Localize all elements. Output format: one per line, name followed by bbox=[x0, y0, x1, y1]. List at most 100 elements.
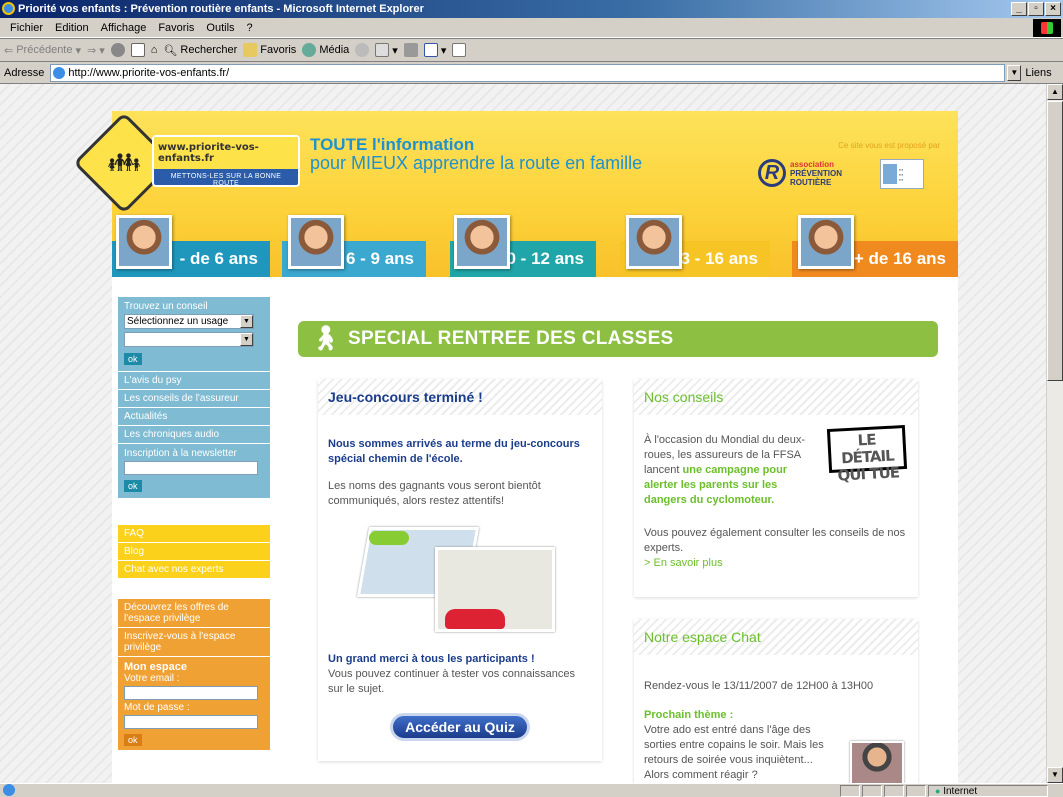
family-icon: 👪︎ bbox=[107, 147, 141, 177]
child-photo-3 bbox=[454, 215, 510, 269]
apr-line3: ROUTIÈRE bbox=[790, 177, 832, 187]
menu-help[interactable]: ? bbox=[241, 22, 259, 34]
search-label: Rechercher bbox=[180, 44, 238, 56]
chevron-down-icon: ▼ bbox=[240, 315, 253, 328]
usage-select-value: Sélectionnez un usage bbox=[127, 316, 229, 327]
sponsor-label: Ce site vous est proposé par bbox=[838, 141, 940, 150]
sidebar-item-actualites[interactable]: Actualités bbox=[118, 407, 270, 425]
sidebar-item-chroniques[interactable]: Les chroniques audio bbox=[118, 425, 270, 443]
minimize-button[interactable]: _ bbox=[1011, 2, 1027, 16]
newsletter-ok-button[interactable]: ok bbox=[124, 480, 142, 492]
favorites-button[interactable]: Favoris bbox=[243, 43, 296, 57]
stop-button[interactable] bbox=[110, 43, 125, 57]
scroll-thumb[interactable] bbox=[1047, 101, 1063, 381]
address-input[interactable]: http://www.priorite-vos-enfants.fr/ bbox=[50, 63, 1006, 82]
back-button[interactable]: ⇐ Précédente ▾ bbox=[4, 44, 81, 57]
newsletter-input[interactable] bbox=[124, 461, 258, 475]
status-cell bbox=[862, 785, 882, 797]
ffsa-logo[interactable]: ▪▪▪ ▪▪▪ ▪▪▪ bbox=[880, 159, 924, 189]
advice-text: À l'occasion du Mondial du deux-roues, l… bbox=[644, 433, 810, 508]
sidebar-item-assureur[interactable]: Les conseils de l'assureur bbox=[118, 389, 270, 407]
child-photo-2 bbox=[288, 215, 344, 269]
history-button[interactable] bbox=[355, 43, 370, 57]
print-icon bbox=[403, 43, 418, 57]
prevention-text: association PRÉVENTION ROUTIÈRE bbox=[790, 160, 842, 187]
child-photo-4 bbox=[626, 215, 682, 269]
contest-lead: Nous sommes arrivés au terme du jeu-conc… bbox=[328, 438, 580, 465]
read-more-link[interactable]: > En savoir plus bbox=[644, 557, 723, 569]
age-label: + de 16 ans bbox=[853, 249, 946, 268]
links-label[interactable]: Liens bbox=[1025, 67, 1051, 79]
sidebar-item-inscription[interactable]: Inscrivez-vous à l'espace privilège bbox=[118, 627, 270, 656]
page-status-icon bbox=[3, 784, 15, 796]
age-tabs: - de 6 ans 6 - 9 ans 10 - 12 ans 13 - 16… bbox=[112, 215, 958, 277]
quiz-button[interactable]: Accéder au Quiz bbox=[390, 713, 530, 741]
media-button[interactable]: Média bbox=[302, 43, 349, 57]
login-ok-button[interactable]: ok bbox=[124, 734, 142, 746]
find-ok-button[interactable]: ok bbox=[124, 353, 142, 365]
apr-line1: association bbox=[790, 159, 835, 169]
windows-logo-icon bbox=[1033, 19, 1061, 37]
favorites-icon bbox=[243, 43, 258, 57]
forward-arrow-icon: ⇒ bbox=[87, 44, 97, 57]
print-button[interactable] bbox=[403, 43, 418, 57]
age-label: 13 - 16 ans bbox=[671, 249, 758, 268]
sidebar-item-offres[interactable]: Découvrez les offres de l'espace privilè… bbox=[118, 598, 270, 627]
detail-qui-tue-badge[interactable]: LE DÉTAIL QUI TUE bbox=[826, 424, 908, 485]
forward-button[interactable]: ⇒ ▾ bbox=[87, 44, 105, 57]
menu-favoris[interactable]: Favoris bbox=[152, 22, 200, 34]
sidebar: Trouvez un conseil Sélectionnez un usage… bbox=[118, 297, 270, 750]
refresh-button[interactable] bbox=[130, 43, 145, 57]
stop-icon bbox=[110, 43, 125, 57]
site-logo[interactable]: www.priorite-vos-enfants.fr METTONS-LES … bbox=[152, 135, 300, 187]
chat-date: Rendez-vous le 13/11/2007 de 12H00 à 13H… bbox=[644, 680, 874, 692]
logo-url: www.priorite-vos-enfants.fr bbox=[154, 137, 298, 169]
refresh-icon bbox=[130, 43, 145, 57]
discuss-button[interactable] bbox=[452, 43, 467, 57]
contest-body: Nous sommes arrivés au terme du jeu-conc… bbox=[318, 415, 602, 759]
address-dropdown-icon[interactable]: ▼ bbox=[1007, 64, 1022, 81]
menu-fichier[interactable]: Fichier bbox=[4, 22, 49, 34]
age-label: - de 6 ans bbox=[179, 249, 258, 268]
red-car-icon bbox=[445, 609, 505, 629]
advice-text2: Vous pouvez également consulter les cons… bbox=[644, 527, 906, 554]
contest-thanks-text: Vous pouvez continuer à tester vos conna… bbox=[328, 668, 576, 695]
menu-edition[interactable]: Edition bbox=[49, 22, 95, 34]
page-icon bbox=[53, 66, 66, 79]
age-label: 10 - 12 ans bbox=[497, 249, 584, 268]
sidebar-item-chat[interactable]: Chat avec nos experts bbox=[118, 560, 270, 578]
menu-outils[interactable]: Outils bbox=[200, 22, 240, 34]
search-button[interactable]: 🔍︎ Rechercher bbox=[163, 44, 237, 57]
close-button[interactable]: × bbox=[1045, 2, 1061, 16]
sidebar-item-faq[interactable]: FAQ bbox=[118, 524, 270, 542]
status-bar: ● Internet bbox=[0, 783, 1063, 797]
menu-affichage[interactable]: Affichage bbox=[95, 22, 153, 34]
search-icon: 🔍︎ bbox=[163, 44, 178, 57]
vertical-scrollbar[interactable]: ▲ ▼ bbox=[1046, 84, 1063, 783]
edit-button[interactable]: ▾ bbox=[423, 43, 446, 57]
maximize-button[interactable]: ▫ bbox=[1028, 2, 1044, 16]
sidebar-item-psy[interactable]: L'avis du psy bbox=[118, 371, 270, 389]
password-field[interactable] bbox=[124, 715, 258, 729]
scroll-down-icon[interactable]: ▼ bbox=[1047, 767, 1063, 783]
usage-select[interactable]: Sélectionnez un usage ▼ bbox=[124, 314, 254, 329]
menu-bar: Fichier Edition Affichage Favoris Outils… bbox=[0, 18, 1063, 38]
chevron-down-icon: ▼ bbox=[240, 333, 253, 346]
password-label: Mot de passe : bbox=[124, 702, 190, 713]
child-photo-1 bbox=[116, 215, 172, 269]
mail-button[interactable]: ▾ bbox=[375, 43, 398, 57]
window-title-bar: Priorité vos enfants : Prévention routiè… bbox=[0, 0, 1063, 18]
prevention-routiere-logo[interactable]: R association PRÉVENTION ROUTIÈRE bbox=[758, 159, 842, 187]
sidebar-item-blog[interactable]: Blog bbox=[118, 542, 270, 560]
site-banner: 👪︎ www.priorite-vos-enfants.fr METTONS-L… bbox=[73, 111, 958, 277]
contest-thanks: Un grand merci à tous les participants ! bbox=[328, 653, 535, 665]
second-select[interactable]: ▼ bbox=[124, 332, 254, 347]
email-field[interactable] bbox=[124, 686, 258, 700]
scroll-up-icon[interactable]: ▲ bbox=[1047, 84, 1063, 100]
pedestrian-icon: 🚶︎ bbox=[310, 325, 341, 352]
discuss-icon bbox=[452, 43, 467, 57]
chat-title: Notre espace Chat bbox=[634, 619, 918, 655]
chat-text: Votre ado est entré dans l'âge des sorti… bbox=[644, 724, 824, 766]
home-button[interactable]: ⌂ bbox=[151, 44, 158, 56]
